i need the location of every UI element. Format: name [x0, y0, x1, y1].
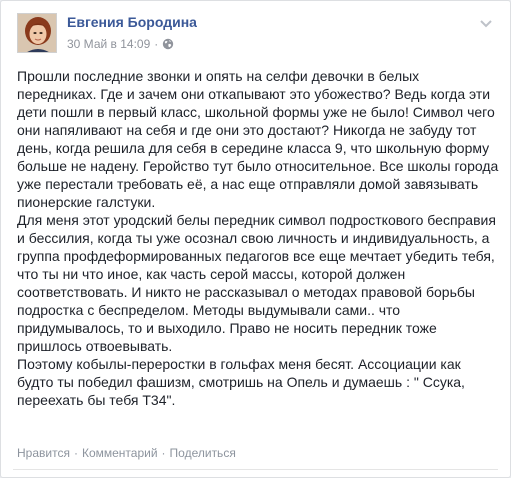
post-timestamp[interactable]: 30 Май в 14:09 [67, 37, 150, 51]
avatar-image [18, 14, 56, 52]
share-link[interactable]: Поделиться [170, 446, 236, 460]
footer-divider [13, 469, 498, 470]
post-paragraph: Поэтому кобылы-переростки в гольфах меня… [17, 356, 465, 408]
like-link[interactable]: Нравится [17, 446, 70, 460]
post-header: Евгения Бородина 30 Май в 14:09 · [17, 13, 497, 59]
post-meta: 30 Май в 14:09 · [67, 37, 174, 51]
meta-separator: · [154, 37, 159, 51]
chevron-down-icon[interactable] [477, 15, 495, 33]
post-paragraph: Прошли последние звонки и опять на селфи… [17, 68, 499, 210]
post-actions: Нравится · Комментарий · Поделиться [17, 445, 236, 461]
action-separator: · [161, 446, 166, 460]
post-body: Прошли последние звонки и опять на селфи… [17, 67, 499, 409]
post-card: Евгения Бородина 30 Май в 14:09 · Прошли… [0, 0, 511, 478]
action-separator: · [73, 446, 78, 460]
author-name[interactable]: Евгения Бородина [67, 14, 197, 30]
avatar[interactable] [17, 13, 57, 53]
post-paragraph: Для меня этот уродский белы передник сим… [17, 212, 496, 354]
comment-link[interactable]: Комментарий [82, 446, 158, 460]
globe-icon[interactable] [162, 38, 174, 50]
